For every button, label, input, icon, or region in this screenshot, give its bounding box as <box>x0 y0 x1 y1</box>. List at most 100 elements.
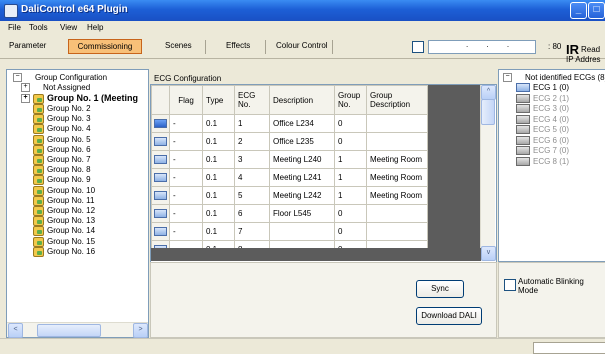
row-selector[interactable] <box>151 150 170 169</box>
table-row[interactable]: -0.1 2 Office L235 0 <box>151 132 480 151</box>
menu-help[interactable]: Help <box>87 23 103 32</box>
cell-description[interactable]: Office L234 <box>269 114 335 133</box>
col-header-group-no[interactable]: Group No. <box>334 85 367 115</box>
cell-group-description[interactable] <box>366 204 428 223</box>
row-selector[interactable] <box>151 222 170 241</box>
cell-description[interactable]: Meeting L241 <box>269 168 335 187</box>
tree-item-group-8[interactable]: Group No. 8 <box>33 165 91 176</box>
cell-description[interactable] <box>269 222 335 241</box>
table-row[interactable]: -0.1 6 Floor L545 0 <box>151 204 480 223</box>
cell-description[interactable]: Floor L545 <box>269 204 335 223</box>
cell-type[interactable]: 0.1 <box>202 114 235 133</box>
tree-root-not-identified[interactable]: − Not identified ECGs (8) <box>503 73 605 83</box>
tab-effects[interactable]: Effects <box>226 41 250 50</box>
row-selector[interactable] <box>151 114 170 133</box>
auto-blink-checkbox[interactable] <box>504 279 516 291</box>
menu-view[interactable]: View <box>60 23 77 32</box>
cell-description[interactable]: Office L235 <box>269 132 335 151</box>
tree-item-group-6[interactable]: Group No. 6 <box>33 144 91 155</box>
tree-item-group-3[interactable]: Group No. 3 <box>33 114 91 125</box>
cell-group-description[interactable]: Meeting Room <box>366 150 428 169</box>
tree-root-group-config[interactable]: − Group Configuration <box>13 73 107 83</box>
download-dali-button[interactable]: Download DALI <box>416 307 482 325</box>
menu-file[interactable]: File <box>8 23 21 32</box>
cell-type[interactable]: 0.1 <box>202 132 235 151</box>
col-header-flag[interactable]: Flag <box>169 85 203 115</box>
col-header-description[interactable]: Description <box>269 85 335 115</box>
cell-description[interactable]: Meeting L240 <box>269 150 335 169</box>
tree-item-group-10[interactable]: Group No. 10 <box>33 185 95 196</box>
cell-ecg-no[interactable]: 7 <box>234 222 270 241</box>
cell-group-description[interactable]: Meeting Room <box>366 168 428 187</box>
table-row[interactable]: -0.1 1 Office L234 0 <box>151 114 480 133</box>
col-header-ecg-no[interactable]: ECG No. <box>234 85 270 115</box>
tree-item-group-4[interactable]: Group No. 4 <box>33 124 91 135</box>
table-row[interactable]: -0.1 4 Meeting L241 1 Meeting Room <box>151 168 480 187</box>
expand-icon[interactable]: + <box>21 94 30 104</box>
cell-type[interactable]: 0.1 <box>202 186 235 205</box>
cell-group-no[interactable]: 0 <box>334 222 367 241</box>
tree-item-group-14[interactable]: Group No. 14 <box>33 226 95 237</box>
scroll-thumb[interactable] <box>37 324 101 337</box>
cell-ecg-no[interactable]: 4 <box>234 168 270 187</box>
ecg-row-icon[interactable] <box>154 155 167 165</box>
scroll-thumb[interactable] <box>481 99 495 125</box>
cell-group-no[interactable]: 1 <box>334 186 367 205</box>
collapse-icon[interactable]: − <box>13 73 22 83</box>
cell-group-no[interactable]: 1 <box>334 150 367 169</box>
table-row[interactable]: -0.1 7 0 <box>151 222 480 241</box>
ecg-tree-item[interactable]: ECG 5 (0) <box>516 125 569 135</box>
expand-icon[interactable]: + <box>21 83 30 93</box>
cell-type[interactable]: 0.1 <box>202 204 235 223</box>
ecg-tree-item[interactable]: ECG 6 (0) <box>516 136 569 145</box>
col-header-type[interactable]: Type <box>202 85 235 115</box>
tree-item-group-13[interactable]: Group No. 13 <box>33 216 95 227</box>
cell-flag[interactable]: - <box>169 132 203 151</box>
tree-item-group-7[interactable]: Group No. 7 <box>33 155 91 165</box>
table-row[interactable]: -0.1 3 Meeting L240 1 Meeting Room <box>151 150 480 169</box>
ecg-row-icon[interactable] <box>154 227 167 237</box>
cell-flag[interactable]: - <box>169 222 203 241</box>
maximize-button[interactable]: □ <box>588 2 605 19</box>
ecg-row-icon[interactable] <box>154 209 167 219</box>
cell-group-description[interactable]: Meeting Room <box>366 186 428 205</box>
cell-flag[interactable]: - <box>169 204 203 223</box>
scroll-down-icon[interactable]: v <box>481 246 496 261</box>
cell-group-description[interactable] <box>366 222 428 241</box>
cell-type[interactable]: 0.1 <box>202 168 235 187</box>
scroll-left-icon[interactable]: < <box>8 323 23 338</box>
ecg-tree-item[interactable]: ECG 8 (1) <box>516 157 569 166</box>
tab-parameter[interactable]: Parameter <box>9 41 46 50</box>
cell-group-description[interactable] <box>366 132 428 151</box>
cell-type[interactable]: 0.1 <box>202 150 235 169</box>
scroll-right-icon[interactable]: > <box>133 323 148 338</box>
minimize-button[interactable]: _ <box>570 2 587 19</box>
cell-group-no[interactable]: 0 <box>334 204 367 223</box>
scroll-up-icon[interactable]: ^ <box>481 85 496 100</box>
tab-colour-control[interactable]: Colour Control <box>276 41 328 50</box>
cell-ecg-no[interactable]: 1 <box>234 114 270 133</box>
tab-commissioning[interactable]: Commissioning <box>68 39 142 54</box>
tree-item-group-12[interactable]: Group No. 12 <box>33 206 95 216</box>
cell-ecg-no[interactable]: 2 <box>234 132 270 151</box>
ip-enable-checkbox[interactable] <box>412 41 424 53</box>
tab-scenes[interactable]: Scenes <box>165 41 192 50</box>
col-header-group-description[interactable]: Group Description <box>366 85 428 115</box>
cell-flag[interactable]: - <box>169 186 203 205</box>
cell-group-no[interactable]: 1 <box>334 168 367 187</box>
tree-item-group-11[interactable]: Group No. 11 <box>33 195 94 206</box>
cell-flag[interactable]: - <box>169 114 203 133</box>
ecg-tree-item[interactable]: ECG 3 (0) <box>516 104 569 114</box>
ecg-tree-item[interactable]: ECG 2 (1) <box>516 94 569 103</box>
row-selector[interactable] <box>151 204 170 223</box>
tree-item-group-1[interactable]: + Group No. 1 (Meeting <box>21 93 138 104</box>
cell-type[interactable]: 0.1 <box>202 222 235 241</box>
cell-flag[interactable]: - <box>169 150 203 169</box>
ecg-row-icon[interactable] <box>154 173 167 183</box>
collapse-icon[interactable]: − <box>503 73 512 83</box>
cell-ecg-no[interactable]: 5 <box>234 186 270 205</box>
row-selector[interactable] <box>151 186 170 205</box>
tree-item-group-2[interactable]: Group No. 2 <box>33 104 91 114</box>
tree-item-group-9[interactable]: Group No. 9 <box>33 175 91 186</box>
cell-group-no[interactable]: 0 <box>334 132 367 151</box>
